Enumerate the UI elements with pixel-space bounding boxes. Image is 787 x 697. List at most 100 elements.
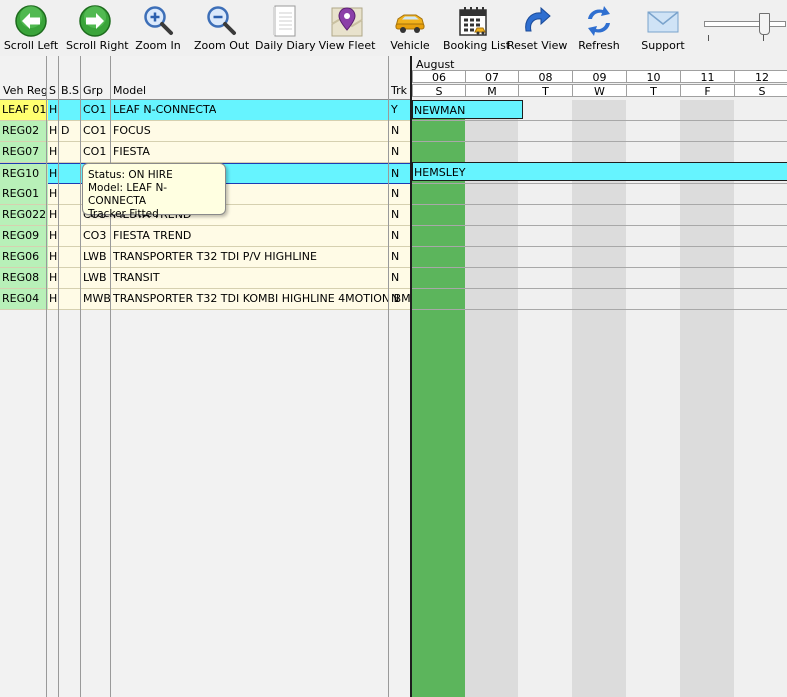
daily-diary-label: Daily Diary <box>255 39 316 52</box>
cell-reg: REG06 <box>0 247 48 267</box>
refresh-button[interactable]: Refresh <box>572 2 626 54</box>
tooltip-status: Status: ON HIRE <box>88 169 173 181</box>
table-row[interactable]: REG06 H LWB TRANSPORTER T32 TDI P/V HIGHLIN… <box>0 247 410 268</box>
zoom-in-button[interactable]: Zoom In <box>132 2 184 54</box>
calendar-gridline <box>412 204 787 205</box>
cell-reg: REG08 <box>0 268 48 288</box>
cell-bs: D <box>61 124 70 137</box>
table-row[interactable]: LEAF 01 H CO1 LEAF N-CONNECTA Y <box>0 100 410 121</box>
column-divider <box>46 56 47 697</box>
cell-grp: LWB <box>83 250 107 263</box>
view-fleet-button[interactable]: View Fleet <box>318 2 376 54</box>
cell-s: H <box>49 271 58 284</box>
calendar-gridline <box>412 246 787 247</box>
column-divider <box>110 56 111 697</box>
table-row[interactable]: REG09 H CO3 FIESTA TREND N <box>0 226 410 247</box>
cell-trk: N <box>391 167 400 180</box>
cell-trk: N <box>391 292 400 305</box>
table-row[interactable]: REG08 H LWB TRANSIT N <box>0 268 410 289</box>
cell-s: H <box>49 124 58 137</box>
diary-icon <box>273 5 296 37</box>
column-divider <box>388 56 389 697</box>
day-date: 08 <box>518 70 573 84</box>
cell-grp: MWB <box>83 292 111 305</box>
calendar-gridline <box>412 288 787 289</box>
map-pin-icon <box>331 7 363 37</box>
header-model[interactable]: Model <box>113 83 146 99</box>
reset-view-button[interactable]: Reset View <box>507 2 568 54</box>
vehicle-button[interactable]: Vehicle <box>384 2 436 54</box>
cell-model: LEAF N-CONNECTA <box>113 103 217 116</box>
booking-bar[interactable]: HEMSLEY <box>412 162 787 181</box>
support-button[interactable]: Support <box>636 2 690 54</box>
day-weekday: M <box>465 84 519 98</box>
day-column <box>518 100 572 697</box>
cell-model: TRANSPORTER T32 TDI P/V HIGHLINE <box>113 250 317 263</box>
day-date: 09 <box>572 70 627 84</box>
cell-model: TRANSIT <box>113 271 160 284</box>
booking-bar[interactable]: NEWMAN <box>412 100 523 119</box>
scroll-right-button[interactable]: Scroll Right <box>66 2 129 54</box>
zoom-in-icon <box>144 6 173 35</box>
cell-model: TRANSPORTER T32 TDI KOMBI HIGHLINE 4MOTI… <box>113 292 418 305</box>
cell-s: H <box>49 103 58 116</box>
booking-list-button[interactable]: Booking List <box>443 2 511 54</box>
table-row[interactable]: REG07 H CO1 FIESTA N <box>0 142 410 163</box>
vehicle-table: Veh Reg S B.S Grp Model Trk LEAF 01 H CO1 L… <box>0 56 417 697</box>
zoom-slider-track[interactable] <box>704 21 786 27</box>
day-date: 12 <box>734 70 787 84</box>
cell-s: H <box>49 292 58 305</box>
day-column <box>572 100 626 697</box>
cell-s: H <box>49 145 58 158</box>
cell-reg: REG02 <box>0 121 48 141</box>
header-bs[interactable]: B.S <box>61 83 79 99</box>
day-date: 07 <box>465 70 519 84</box>
day-weekday: T <box>626 84 681 98</box>
booking-calendar: August 06 S 07 M 08 T 09 W 10 T 11 F 12 S NEWMAN HEMSL… <box>410 56 787 697</box>
zoom-slider-thumb[interactable] <box>759 13 770 35</box>
cell-reg: REG09 <box>0 226 48 246</box>
column-divider <box>58 56 59 697</box>
arrow-right-icon <box>79 5 111 37</box>
view-fleet-label: View Fleet <box>318 39 376 52</box>
calendar-gridline <box>412 225 787 226</box>
reset-view-label: Reset View <box>507 39 568 52</box>
cell-model: FOCUS <box>113 124 151 137</box>
refresh-label: Refresh <box>578 39 620 52</box>
car-icon <box>395 14 425 33</box>
calendar-icon <box>459 7 487 36</box>
day-weekday: T <box>518 84 573 98</box>
cell-trk: N <box>391 208 400 221</box>
calendar-gridline <box>412 309 787 310</box>
zoom-out-label: Zoom Out <box>194 39 250 52</box>
table-row[interactable]: REG02 H D CO1 FOCUS N <box>0 121 410 142</box>
calendar-gridline <box>412 267 787 268</box>
day-date: 10 <box>626 70 681 84</box>
header-tracker[interactable]: Trk <box>391 83 407 99</box>
day-column <box>734 100 787 697</box>
cell-grp: LWB <box>83 271 107 284</box>
table-row[interactable]: REG04 H MWB TRANSPORTER T32 TDI KOMBI HIGHL… <box>0 289 417 310</box>
header-group[interactable]: Grp <box>83 83 103 99</box>
day-column <box>680 100 734 697</box>
scroll-left-button[interactable]: Scroll Left <box>2 2 60 54</box>
zoom-out-button[interactable]: Zoom Out <box>194 2 250 54</box>
reset-arrow-icon <box>525 6 551 32</box>
daily-diary-button[interactable]: Daily Diary <box>255 2 316 54</box>
header-status[interactable]: S <box>49 83 56 99</box>
cell-s: H <box>49 167 58 180</box>
day-date: 11 <box>680 70 735 84</box>
tooltip-model: Model: LEAF N-CONNECTA <box>88 182 168 207</box>
toolbar: Scroll Left Scroll Right Zoom In Zoom Ou… <box>0 0 787 57</box>
day-column <box>465 100 518 697</box>
day-weekday: F <box>680 84 735 98</box>
cell-model: FIESTA <box>113 145 150 158</box>
header-veh-reg[interactable]: Veh Reg <box>3 83 48 99</box>
zoom-in-label: Zoom In <box>135 39 181 52</box>
booking-list-label: Booking List <box>443 39 511 52</box>
zoom-out-icon <box>207 6 236 35</box>
cell-trk: N <box>391 187 400 200</box>
calendar-gridline <box>412 141 787 142</box>
cell-s: H <box>49 208 58 221</box>
cell-trk: N <box>391 145 400 158</box>
